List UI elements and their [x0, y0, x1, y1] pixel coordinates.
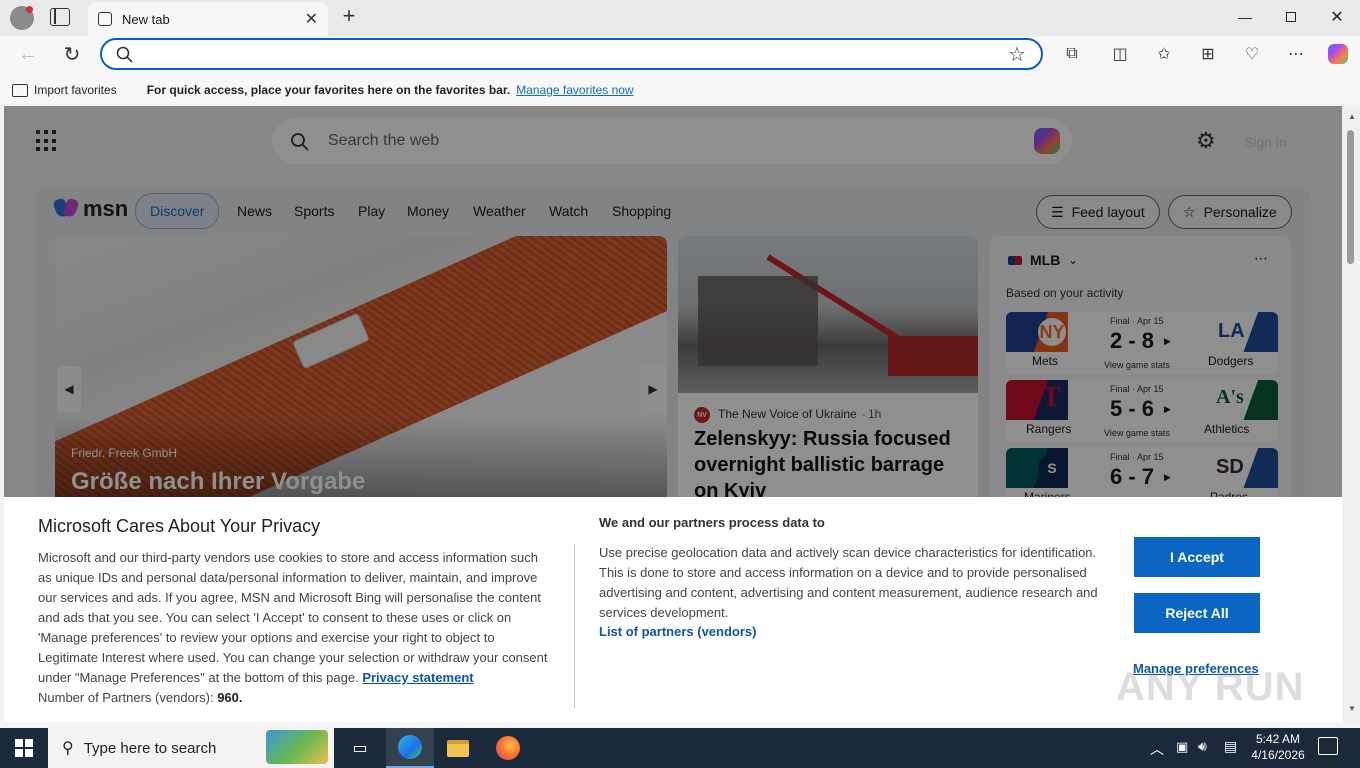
page-scrollbar[interactable]: ▲ ▼ — [1342, 106, 1360, 722]
notifications-icon[interactable] — [1318, 737, 1338, 755]
split-screen-icon[interactable]: ◫ — [1106, 42, 1134, 66]
new-tab-button[interactable]: + — [338, 5, 360, 27]
divider — [574, 544, 575, 708]
taskbar-search-box[interactable]: ⚲ Type here to search — [48, 728, 334, 768]
import-favorites-icon[interactable] — [12, 83, 28, 97]
input-indicator-icon[interactable]: ▤ — [1224, 738, 1237, 755]
accept-label: I Accept — [1170, 549, 1224, 565]
clock-date: 4/16/2026 — [1251, 748, 1305, 762]
tab-actions-icon[interactable] — [50, 8, 70, 26]
edge-taskbar-icon[interactable] — [386, 728, 434, 768]
scrollbar-thumb[interactable] — [1347, 130, 1354, 264]
reject-label: Reject All — [1165, 605, 1229, 621]
address-input[interactable] — [142, 44, 992, 64]
clock[interactable]: 5:42 AM 4/16/2026 — [1250, 731, 1306, 763]
volume-icon[interactable]: 🔊︎ — [1198, 738, 1207, 755]
privacy-body: Microsoft and our third-party vendors us… — [38, 548, 552, 708]
right-title: We and our partners process data to — [599, 515, 825, 530]
copilot-icon[interactable] — [1324, 42, 1352, 66]
right-body: Use precise geolocation data and activel… — [599, 545, 1098, 620]
task-view-icon[interactable]: ▭ — [336, 728, 384, 768]
network-icon[interactable]: ▣ — [1176, 739, 1188, 755]
extensions-icon[interactable]: ⧉ — [1058, 42, 1086, 66]
privacy-title: Microsoft Cares About Your Privacy — [38, 516, 321, 536]
manage-favorites-link[interactable]: Manage favorites now — [516, 83, 633, 97]
title-bar: New tab ✕ + — ✕ — [0, 0, 1360, 36]
watermark-text: ANY RUN — [1116, 665, 1305, 709]
search-icon — [116, 46, 133, 63]
privacy-body-text: Microsoft and our third-party vendors us… — [38, 550, 548, 685]
back-arrow-icon[interactable]: ← — [14, 42, 42, 66]
windows-logo-icon — [15, 739, 33, 757]
partners-count: 960. — [217, 690, 243, 705]
profile-icon[interactable] — [10, 6, 34, 30]
privacy-consent-banner: Microsoft Cares About Your Privacy Micro… — [4, 497, 1342, 722]
tab-title: New tab — [122, 11, 170, 27]
favorites-icon[interactable]: ✩ — [1150, 42, 1178, 66]
favorites-bar: Import favorites For quick access, place… — [0, 76, 1360, 104]
refresh-icon[interactable]: ↻ — [58, 42, 86, 66]
more-options-icon[interactable]: ⋯ — [1282, 42, 1310, 66]
favorite-star-icon[interactable]: ☆ — [1008, 42, 1026, 67]
start-button[interactable] — [0, 728, 48, 768]
taskbar-search-placeholder: Type here to search — [83, 739, 217, 757]
firefox-icon[interactable] — [484, 728, 532, 768]
file-explorer-icon[interactable] — [434, 728, 482, 768]
partners-label: Number of Partners (vendors): — [38, 690, 214, 705]
windows-taskbar: ⚲ Type here to search ▭ ︿ ▣ 🔊︎ ▤ 5:42 AM… — [0, 728, 1360, 768]
minimize-button[interactable]: — — [1222, 0, 1268, 34]
import-favorites-button[interactable]: Import favorites — [34, 83, 117, 97]
new-tab-page-icon — [98, 12, 112, 26]
close-tab-icon[interactable]: ✕ — [305, 9, 318, 29]
favorites-bar-message: For quick access, place your favorites h… — [146, 83, 511, 97]
tab-new-tab[interactable]: New tab ✕ — [88, 2, 328, 36]
partners-list-link[interactable]: List of partners (vendors) — [599, 624, 756, 639]
privacy-statement-link[interactable]: Privacy statement — [362, 670, 473, 685]
watermark: ANY RUN — [1116, 665, 1305, 710]
show-hidden-icons[interactable]: ︿ — [1150, 739, 1164, 759]
accept-button[interactable]: I Accept — [1134, 537, 1260, 577]
search-icon: ⚲ — [62, 740, 74, 757]
close-window-button[interactable]: ✕ — [1314, 0, 1360, 34]
clock-time: 5:42 AM — [1255, 732, 1301, 746]
address-bar[interactable]: ☆ — [100, 38, 1043, 70]
collections-icon[interactable]: ⊞ — [1194, 42, 1222, 66]
restore-button[interactable] — [1268, 0, 1314, 34]
reject-all-button[interactable]: Reject All — [1134, 593, 1260, 633]
search-highlight-image — [266, 730, 328, 764]
browser-essentials-icon[interactable]: ♡ — [1238, 42, 1266, 66]
